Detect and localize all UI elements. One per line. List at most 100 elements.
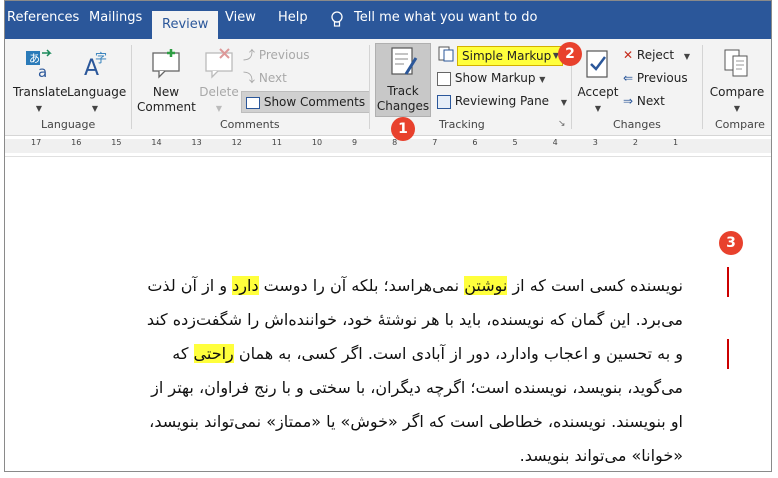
text-run: و به تحسین و اعجاب وادارد، دور از آبادی … (233, 344, 683, 363)
new-comment-button[interactable]: New Comment (137, 47, 196, 115)
document-line[interactable]: و به تحسین و اعجاب وادارد، دور از آبادی … (77, 337, 683, 371)
compare-button[interactable]: Compare ▼ (707, 47, 767, 116)
change-bar[interactable] (727, 339, 729, 369)
chevron-down-icon: ▼ (91, 104, 99, 113)
show-comments-icon (246, 96, 260, 109)
previous-change-button[interactable]: ⇐ Previous (623, 68, 688, 88)
accept-label: Accept (577, 85, 619, 99)
callout-badge-2: 2 (558, 42, 582, 66)
compare-label: Compare (709, 85, 765, 99)
chevron-down-icon: ▼ (560, 98, 568, 107)
ruler-tick-label: 13 (191, 138, 202, 147)
tab-help[interactable]: Help (278, 10, 308, 25)
ruler-tick-label: 16 (71, 138, 82, 147)
track-changes-label-2: Changes (376, 99, 430, 113)
track-changes-label-1: Track (387, 84, 419, 98)
ruler-tick-label: 12 (231, 138, 242, 147)
next-change-label: Next (636, 94, 665, 108)
translate-icon: あ a (26, 49, 52, 81)
next-comment-label: Next (258, 71, 287, 85)
chevron-down-icon: ▼ (683, 52, 691, 61)
simple-markup-value: Simple Markup (462, 49, 552, 63)
ruler-tick-label: 17 (31, 138, 42, 147)
document-line[interactable]: می‌برد. این گمان که نویسنده، باید با هر … (77, 303, 683, 337)
document-line[interactable]: او بنویسند. نویسنده، خطاطی است که اگر «خ… (77, 405, 683, 439)
chevron-down-icon: ▼ (733, 104, 741, 113)
previous-comment-label: Previous (258, 48, 310, 62)
translate-label: Translate (13, 85, 68, 99)
document-page[interactable]: نویسنده کسی است که از نوشتن نمی‌هراسد؛ ب… (5, 157, 771, 471)
dialog-launcher-icon[interactable]: ↘ (558, 119, 566, 129)
text-run: نمی‌هراسد؛ بلکه آن را دوست (258, 276, 465, 295)
group-divider (131, 45, 132, 129)
next-change-icon: ⇒ (623, 94, 634, 108)
language-button[interactable]: A 字 Language ▼ (67, 47, 127, 116)
tab-review[interactable]: Review (152, 11, 219, 39)
accept-icon (586, 50, 608, 78)
language-label: Language (67, 85, 127, 99)
chevron-down-icon: ▼ (215, 104, 223, 113)
word-window: References Mailings Review View Help Tel… (4, 0, 772, 472)
show-comments-button[interactable]: Show Comments (241, 91, 371, 113)
highlighted-word: دارد (232, 276, 259, 295)
reject-button[interactable]: ✕ Reject ▼ (623, 45, 690, 65)
language-icon: A 字 (84, 50, 107, 81)
new-comment-label-2: Comment (137, 100, 196, 114)
reviewing-pane-icon (437, 94, 451, 109)
document-line[interactable]: نویسنده کسی است که از نوشتن نمی‌هراسد؛ ب… (77, 269, 683, 303)
previous-change-label: Previous (636, 71, 688, 85)
chevron-down-icon: ▼ (594, 104, 602, 113)
text-run: او بنویسند. نویسنده، خطاطی است که اگر «خ… (149, 412, 683, 431)
reject-icon: ✕ (623, 48, 634, 62)
ruler-tick-label: 10 (311, 138, 323, 147)
ruler-tick-label: 6 (472, 138, 478, 147)
horizontal-ruler[interactable]: 17 16 15 14 13 12 11 10 9 8 7 6 5 4 3 2 1 (5, 136, 771, 157)
tab-mailings[interactable]: Mailings (89, 10, 142, 25)
tell-me-search[interactable]: Tell me what you want to do (354, 10, 537, 25)
previous-comment-icon: ⤴ (243, 48, 256, 62)
display-for-review-icon (438, 46, 454, 62)
next-change-button[interactable]: ⇒ Next (623, 91, 665, 111)
document-body-text[interactable]: نویسنده کسی است که از نوشتن نمی‌هراسد؛ ب… (77, 269, 683, 471)
display-for-review-dropdown[interactable]: Simple Markup ▼ (457, 46, 563, 66)
svg-text:字: 字 (95, 50, 107, 65)
ruler-tick-label: 7 (432, 138, 438, 147)
text-run: می‌برد. این گمان که نویسنده، باید با هر … (146, 310, 683, 329)
track-changes-button[interactable]: Track Changes (375, 43, 431, 117)
new-comment-label-1: New (152, 85, 180, 99)
text-run: می‌گوید، بنویسد، نویسنده است؛ اگرچه دیگر… (151, 378, 683, 397)
change-bar[interactable] (727, 267, 729, 297)
tab-references[interactable]: References (7, 10, 79, 25)
show-comments-label: Show Comments (263, 95, 366, 109)
group-label-tracking: Tracking (439, 118, 485, 131)
next-comment-button[interactable]: ⤵ Next (243, 68, 287, 88)
delete-comment-icon (205, 48, 233, 79)
accept-button[interactable]: Accept ▼ (577, 47, 619, 116)
group-label-comments: Comments (220, 118, 280, 131)
reviewing-pane-button[interactable]: Reviewing Pane ▼ (437, 91, 567, 111)
document-line[interactable]: «خوانا» می‌تواند بنویسد. (77, 439, 683, 471)
previous-comment-button[interactable]: ⤴ Previous (243, 45, 310, 65)
ruler-tick-label: 2 (632, 138, 638, 147)
tab-view[interactable]: View (225, 10, 256, 25)
ruler-tick-label: 3 (592, 138, 598, 147)
text-run: نویسنده کسی است که از (507, 276, 683, 295)
group-label-compare: Compare (715, 118, 765, 131)
ruler-tick-label: 5 (512, 138, 518, 147)
translate-button[interactable]: あ a Translate ▼ (13, 47, 68, 116)
reject-label: Reject (636, 48, 675, 62)
next-comment-icon: ⤵ (243, 71, 256, 85)
delete-label: Delete (199, 85, 239, 99)
document-line[interactable]: می‌گوید، بنویسد، نویسنده است؛ اگرچه دیگر… (77, 371, 683, 405)
lightbulb-icon (331, 11, 343, 27)
show-markup-icon (437, 71, 451, 86)
text-run: که (172, 344, 194, 363)
group-label-language: Language (41, 118, 96, 131)
show-markup-button[interactable]: Show Markup ▼ (437, 68, 545, 88)
ruler-tick-label: 4 (552, 138, 558, 147)
delete-comment-button[interactable]: Delete ▼ (197, 47, 241, 116)
track-changes-icon (391, 47, 418, 75)
previous-change-icon: ⇐ (623, 71, 634, 85)
chevron-down-icon: ▼ (539, 75, 546, 84)
ribbon-tab-bar: References Mailings Review View Help Tel… (5, 1, 771, 39)
